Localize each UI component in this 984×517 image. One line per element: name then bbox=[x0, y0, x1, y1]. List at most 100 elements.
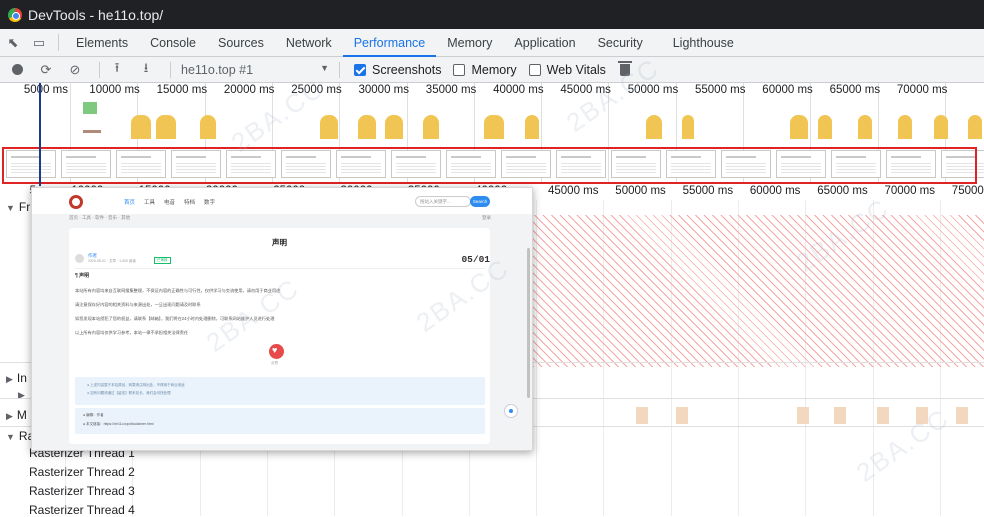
record-icon bbox=[11, 64, 23, 75]
tab-security[interactable]: Security bbox=[587, 29, 654, 56]
preview-status-badge: 已审核 bbox=[154, 257, 171, 264]
tab-elements[interactable]: Elements bbox=[65, 29, 139, 56]
preview-notice-line: ● 如有问题请通过【留言】联系站长，我们会尽快处理 bbox=[87, 391, 171, 395]
raster-thread-4[interactable]: Rasterizer Thread 4 bbox=[29, 503, 135, 517]
preview-nav-item: 特档 bbox=[184, 200, 196, 206]
clear-button[interactable]: ⊘ bbox=[64, 60, 86, 80]
preview-nav-item: 首页 bbox=[124, 200, 136, 206]
track-main[interactable]: ▶ M bbox=[6, 408, 27, 422]
network-bar bbox=[83, 130, 101, 133]
fps-bar bbox=[83, 102, 97, 114]
track-interactions[interactable]: ▶ In bbox=[6, 371, 27, 385]
cpu-activity-bar bbox=[484, 115, 504, 139]
overview-tick-label: 5000 ms bbox=[23, 84, 68, 96]
main-tick-label: 50000 ms bbox=[615, 185, 666, 197]
divider bbox=[58, 34, 59, 51]
preview-subnav: 首页 · 工具 · 软件 · 音乐 · 其他 bbox=[69, 215, 130, 220]
overview-tick-label: 55000 ms bbox=[695, 84, 746, 96]
dropdown-arrow-icon: ▼ bbox=[320, 62, 329, 73]
task-block[interactable] bbox=[636, 407, 648, 424]
task-block[interactable] bbox=[834, 407, 846, 424]
overview-tick-label: 10000 ms bbox=[89, 84, 140, 96]
webvitals-label: Web Vitals bbox=[546, 62, 606, 77]
preview-post-date: 05/01 bbox=[461, 254, 490, 265]
tab-lighthouse[interactable]: Lighthouse bbox=[662, 29, 745, 56]
tab-performance[interactable]: Performance bbox=[342, 29, 437, 57]
preview-paragraph: 本站所有内容均来自互联网搜集整理，不保证内容的正确性与可行性，仅供学习与交流使用… bbox=[75, 288, 281, 293]
preview-copyright-line: ● 本文链接：https://he11o.top/disclaimer.html bbox=[83, 422, 154, 426]
tab-sources[interactable]: Sources bbox=[207, 29, 275, 56]
preview-scrollbar bbox=[527, 248, 530, 398]
overview-tick-label: 20000 ms bbox=[223, 84, 275, 96]
reload-record-button[interactable]: ⟳ bbox=[35, 60, 57, 80]
preview-nav-item: 电音 bbox=[164, 200, 176, 206]
cpu-activity-bar bbox=[131, 115, 151, 139]
profile-select[interactable]: he11o.top #1 ▼ bbox=[177, 63, 333, 77]
task-block[interactable] bbox=[676, 407, 688, 424]
device-toolbar-icon[interactable]: ▭ bbox=[26, 29, 52, 56]
divider bbox=[75, 268, 485, 269]
preview-copyright-box: ● 编辑：作者 ● 本文链接：https://he11o.top/disclai… bbox=[75, 408, 485, 434]
preview-paragraph: 如您发现本站侵犯了您的权益，请联系【邮箱】，我们将在24小时内处理删除，可联系网… bbox=[75, 316, 275, 321]
preview-nav-item: 工具 bbox=[144, 200, 156, 206]
cpu-activity-bar bbox=[646, 115, 662, 139]
screenshot-preview: 首页 工具 电音 特档 数字 搜站入关键字... Search 首页 · 工具 … bbox=[31, 187, 533, 451]
record-button[interactable] bbox=[6, 60, 28, 80]
inspect-element-icon[interactable]: ⬉ bbox=[0, 29, 26, 56]
collapse-triangle-icon: ▼ bbox=[6, 432, 15, 442]
performance-toolbar: ⟳ ⊘ ⭱ ⭳ he11o.top #1 ▼ Screenshots Memor… bbox=[0, 57, 984, 83]
window-title: DevTools - he11o.top/ bbox=[28, 6, 164, 23]
memory-checkbox[interactable]: Memory bbox=[453, 63, 517, 77]
long-task-region bbox=[533, 215, 984, 367]
collect-garbage-icon[interactable] bbox=[617, 60, 632, 76]
overview-tick-label: 7500 bbox=[964, 84, 984, 96]
tab-network[interactable]: Network bbox=[275, 29, 343, 56]
raster-thread-3[interactable]: Rasterizer Thread 3 bbox=[29, 484, 135, 498]
save-profile-button[interactable]: ⭳ bbox=[135, 60, 157, 80]
tab-console[interactable]: Console bbox=[139, 29, 207, 56]
task-block[interactable] bbox=[877, 407, 889, 424]
cpu-activity-bar bbox=[320, 115, 338, 139]
load-profile-button[interactable]: ⭱ bbox=[106, 60, 128, 80]
like-heart-icon bbox=[269, 344, 284, 359]
divider bbox=[99, 61, 100, 78]
profile-select-value: he11o.top #1 bbox=[181, 62, 254, 77]
tab-application[interactable]: Application bbox=[503, 29, 586, 56]
like-label: 点赞 bbox=[271, 361, 278, 365]
collapse-triangle-icon: ▼ bbox=[6, 203, 15, 213]
tab-memory[interactable]: Memory bbox=[436, 29, 503, 56]
panel-tabs: ⬉ ▭ Elements Console Sources Network Per… bbox=[0, 29, 984, 57]
cpu-activity-bar bbox=[358, 115, 376, 139]
preview-search-input: 搜站入关键字... bbox=[415, 196, 471, 207]
cpu-activity-bar bbox=[898, 115, 912, 139]
overview-tick-label: 50000 ms bbox=[627, 84, 679, 96]
checkbox-icon bbox=[453, 63, 466, 76]
cpu-activity-bar bbox=[423, 115, 439, 139]
cpu-activity-bar bbox=[682, 115, 694, 139]
cpu-activity-bar bbox=[818, 115, 832, 139]
main-tick-label: 60000 ms bbox=[749, 185, 801, 197]
task-block[interactable] bbox=[916, 407, 928, 424]
preview-meta: 2020-05-01 · 文章 · 1,000 阅读 bbox=[88, 259, 136, 263]
upload-icon: ⭱ bbox=[114, 59, 120, 75]
cpu-activity-bar bbox=[200, 115, 216, 139]
overview-tick-label: 40000 ms bbox=[493, 84, 544, 96]
main-tick-label: 45000 ms bbox=[548, 185, 599, 197]
filmstrip-highlight bbox=[2, 147, 977, 184]
preview-notice-line: ● 上述内容属于本站原创，转载请注明出处，不得用于商业用途 bbox=[87, 383, 185, 387]
raster-thread-2[interactable]: Rasterizer Thread 2 bbox=[29, 465, 135, 479]
main-tick-label: 70000 ms bbox=[884, 185, 936, 197]
track-frames[interactable]: ▼ Fr bbox=[6, 200, 30, 214]
divider bbox=[170, 61, 171, 78]
screenshots-checkbox[interactable]: Screenshots bbox=[354, 63, 441, 77]
download-icon: ⭳ bbox=[143, 59, 149, 75]
main-tick-label: 75000 ms bbox=[951, 185, 984, 197]
webvitals-checkbox[interactable]: Web Vitals bbox=[528, 62, 606, 77]
preview-notice-box: ● 上述内容属于本站原创，转载请注明出处，不得用于商业用途 ● 如有问题请通过【… bbox=[75, 377, 485, 405]
timeline-cursor[interactable] bbox=[39, 83, 41, 186]
task-block[interactable] bbox=[797, 407, 809, 424]
main-tick-label: 65000 ms bbox=[817, 185, 868, 197]
overview-tick-label: 70000 ms bbox=[896, 84, 948, 96]
clear-icon: ⊘ bbox=[69, 61, 81, 77]
task-block[interactable] bbox=[956, 407, 968, 424]
